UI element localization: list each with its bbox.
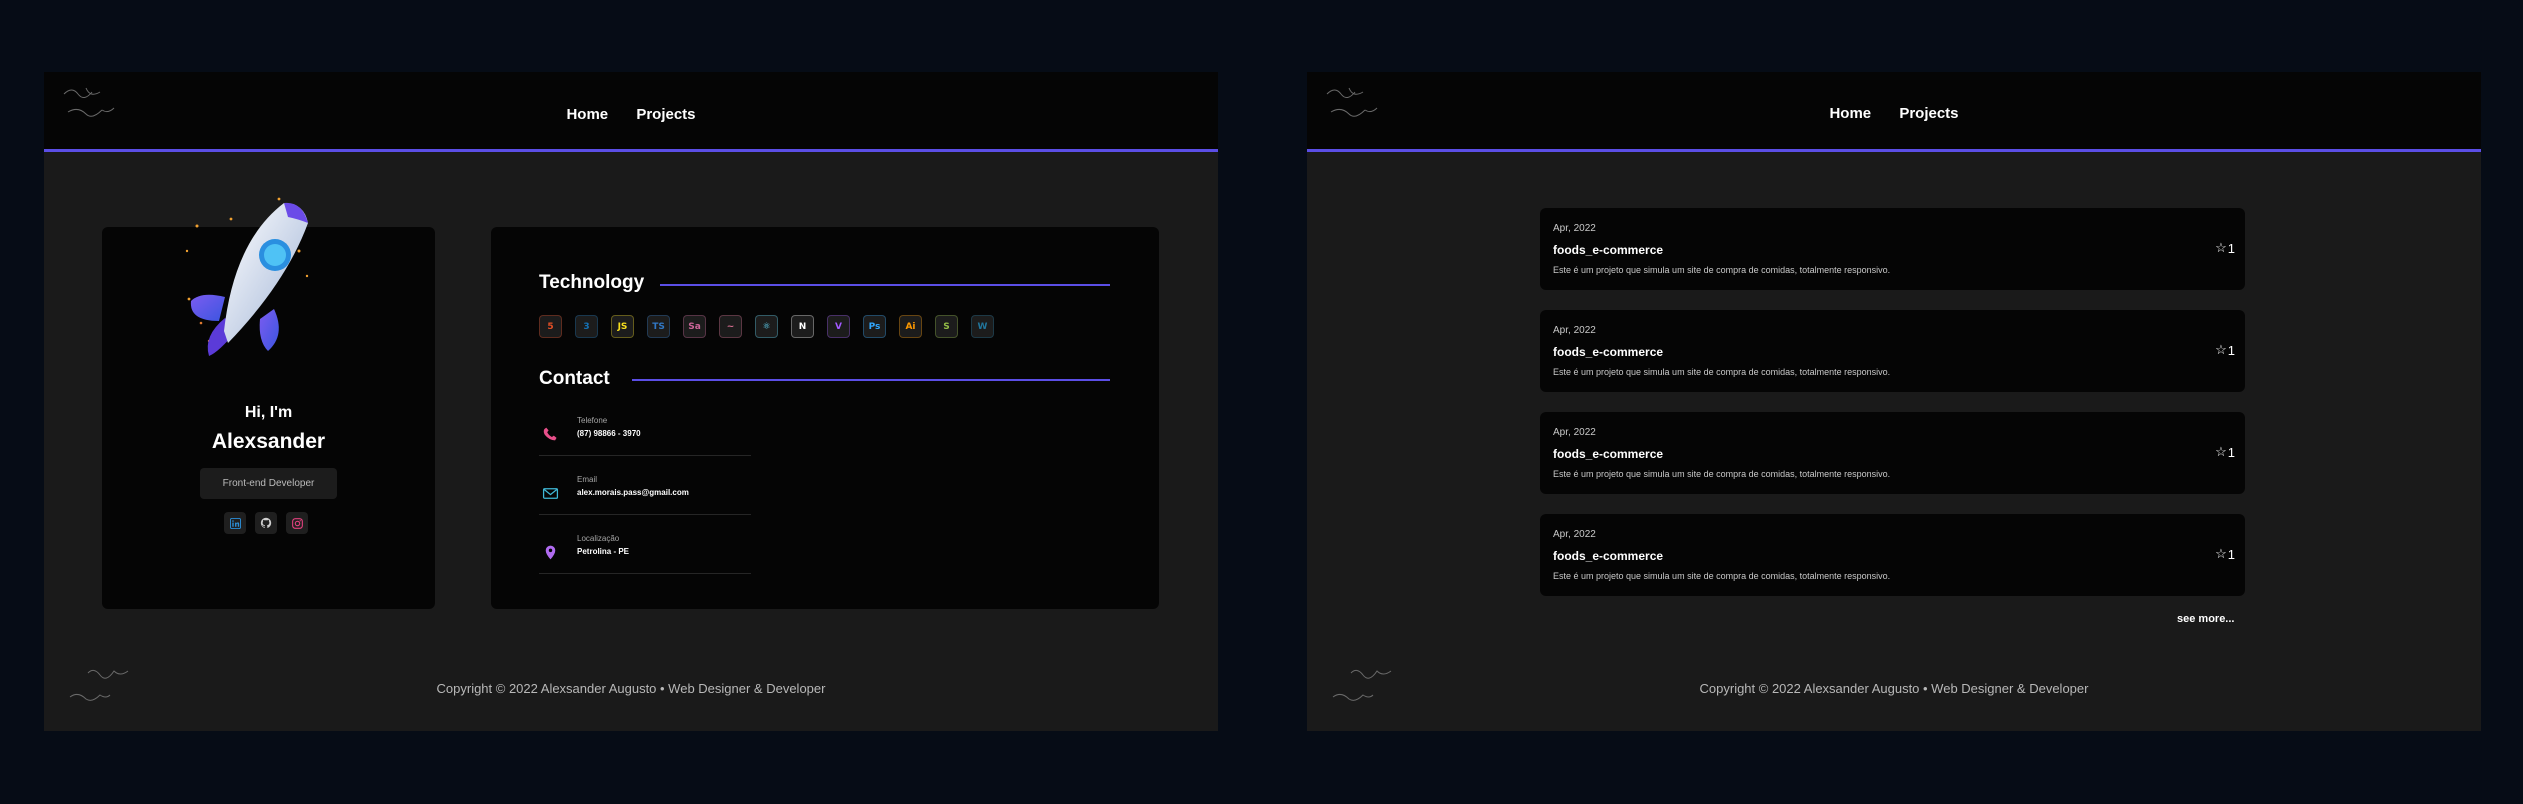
star-count: 1 (2227, 342, 2235, 358)
typescript-icon: TS (647, 315, 670, 338)
html5-icon: 5 (539, 315, 562, 338)
project-date: Apr, 2022 (1553, 325, 1596, 336)
nav-home-link[interactable]: Home (566, 106, 608, 123)
project-name[interactable]: foods_e-commerce (1553, 243, 1663, 257)
contact-value: (87) 98866 - 3970 (577, 429, 641, 438)
project-name[interactable]: foods_e-commerce (1553, 345, 1663, 359)
project-card[interactable]: Apr, 2022 foods_e-commerce Este é um pro… (1540, 514, 2245, 596)
see-more-link[interactable]: see more... (2177, 613, 2234, 625)
project-card[interactable]: Apr, 2022 foods_e-commerce Este é um pro… (1540, 310, 2245, 392)
project-card[interactable]: Apr, 2022 foods_e-commerce Este é um pro… (1540, 208, 2245, 290)
vite-icon: V (827, 315, 850, 338)
greeting-text: Hi, I'm (244, 404, 293, 421)
phone-icon (543, 427, 557, 441)
contact-email: Email alex.morais.pass@gmail.com (539, 475, 751, 515)
star-icon: ☆ (2215, 444, 2227, 459)
rocket-illustration-icon (185, 197, 309, 356)
project-description: Este é um projeto que simula um site de … (1553, 367, 1891, 377)
star-icon: ☆ (2215, 342, 2227, 357)
star-count: 1 (2227, 240, 2235, 256)
project-date: Apr, 2022 (1553, 427, 1596, 438)
projects-page-window: Home Projects Apr, 2022 foods_e-commerce… (1307, 72, 2481, 731)
copyright-text: Copyright © 2022 Alexsander Augusto • We… (1699, 681, 2089, 696)
project-description: Este é um projeto que simula um site de … (1553, 571, 1891, 581)
star-count: 1 (2227, 444, 2235, 460)
wordpress-icon: W (971, 315, 994, 338)
project-date: Apr, 2022 (1553, 529, 1596, 540)
contact-divider (632, 379, 1110, 381)
contact-value: Petrolina - PE (577, 547, 630, 556)
nav-home-link[interactable]: Home (1829, 105, 1871, 122)
role-badge: Front-end Developer (200, 468, 337, 499)
react-icon: ⚛ (755, 315, 778, 338)
technology-divider (660, 284, 1110, 286)
nextjs-icon: N (791, 315, 814, 338)
photoshop-icon: Ps (863, 315, 886, 338)
project-stars: ☆ 1 (2215, 342, 2235, 358)
top-navbar: Home Projects (1307, 72, 2481, 152)
contact-label: Email (577, 475, 598, 484)
mail-icon (542, 488, 559, 499)
star-icon: ☆ (2215, 240, 2227, 255)
project-name[interactable]: foods_e-commerce (1553, 447, 1663, 461)
social-links (224, 512, 308, 534)
project-card[interactable]: Apr, 2022 foods_e-commerce Este é um pro… (1540, 412, 2245, 494)
home-page-window: Home Projects Hi, I'm Alexsander Front-e… (44, 72, 1218, 731)
technology-icons: 5 3 JS TS Sa ~ ⚛ N V Ps Ai S W (539, 315, 994, 338)
star-count: 1 (2227, 546, 2235, 562)
star-icon: ☆ (2215, 546, 2227, 561)
contact-label: Localização (577, 534, 620, 543)
shopify-icon: S (935, 315, 958, 338)
main-nav: Home Projects (44, 106, 1218, 123)
contact-phone: Telefone (87) 98866 - 3970 (539, 416, 751, 456)
contact-heading: Contact (539, 368, 610, 389)
profile-name: Alexsander (211, 430, 326, 453)
github-icon[interactable] (255, 512, 277, 534)
project-description: Este é um projeto que simula um site de … (1553, 469, 1891, 479)
illustrator-icon: Ai (899, 315, 922, 338)
contact-value[interactable]: alex.morais.pass@gmail.com (577, 488, 689, 497)
top-navbar: Home Projects (44, 72, 1218, 152)
styled-components-icon: ~ (719, 315, 742, 338)
project-name[interactable]: foods_e-commerce (1553, 549, 1663, 563)
contact-label: Telefone (577, 416, 608, 425)
project-stars: ☆ 1 (2215, 240, 2235, 256)
project-description: Este é um projeto que simula um site de … (1553, 265, 1891, 275)
javascript-icon: JS (611, 315, 634, 338)
technology-heading: Technology (539, 272, 645, 293)
project-stars: ☆ 1 (2215, 546, 2235, 562)
copyright-text: Copyright © 2022 Alexsander Augusto • We… (436, 681, 826, 696)
main-nav: Home Projects (1307, 105, 2481, 122)
location-icon (545, 545, 556, 560)
contact-location: Localização Petrolina - PE (539, 534, 751, 574)
css3-icon: 3 (575, 315, 598, 338)
instagram-icon[interactable] (286, 512, 308, 534)
project-stars: ☆ 1 (2215, 444, 2235, 460)
nav-projects-link[interactable]: Projects (1899, 105, 1958, 122)
nav-projects-link[interactable]: Projects (636, 106, 695, 123)
linkedin-icon[interactable] (224, 512, 246, 534)
project-date: Apr, 2022 (1553, 223, 1596, 234)
sass-icon: Sa (683, 315, 706, 338)
